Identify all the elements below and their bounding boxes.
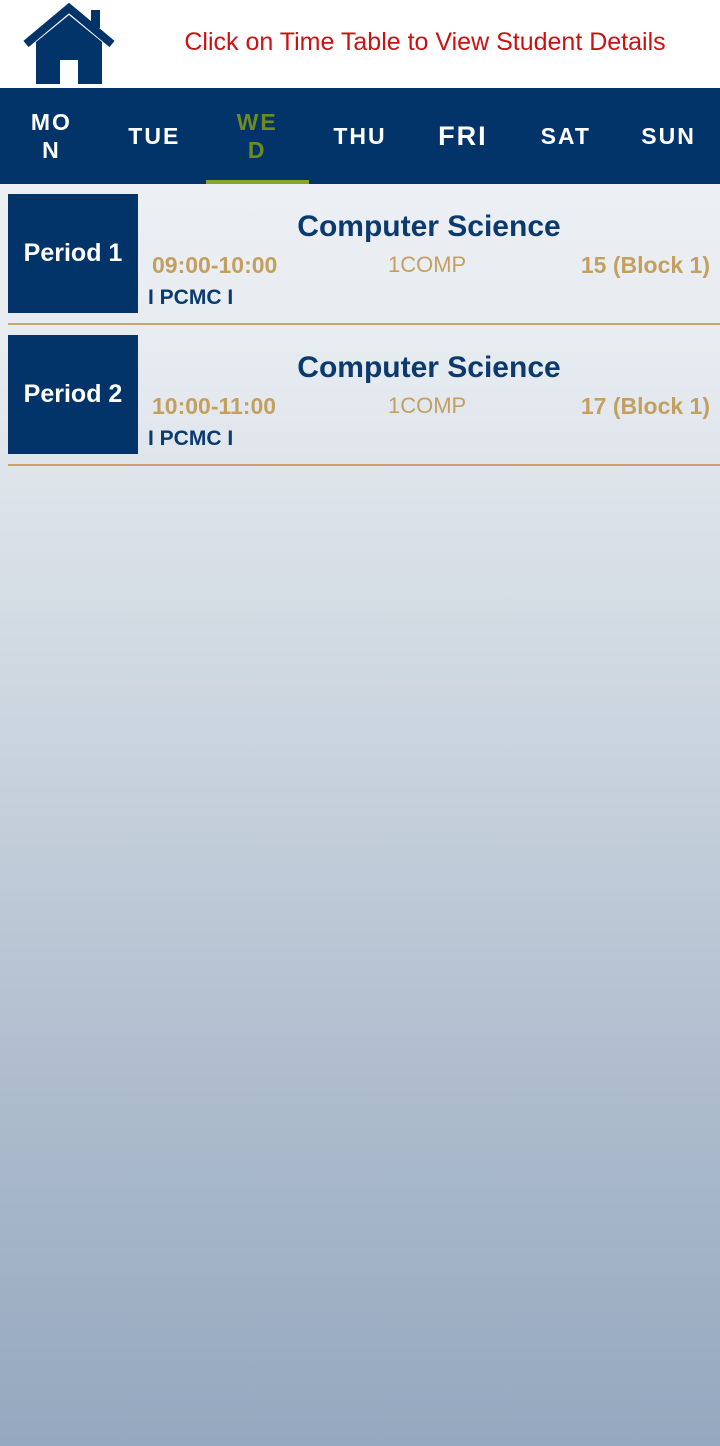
subject-code: 1COMP xyxy=(388,252,467,277)
tab-mon[interactable]: MON xyxy=(0,88,103,184)
subject-name: Computer Science xyxy=(297,210,561,243)
tab-label: SAT xyxy=(540,123,591,149)
home-icon xyxy=(23,2,115,84)
instruction-message: Click on Time Table to View Student Deta… xyxy=(184,28,666,56)
period-card[interactable]: Period 2 Computer Science 10:00-11:00 1C… xyxy=(8,335,720,466)
tab-label: TUE xyxy=(128,123,181,149)
period-time: 10:00-11:00 xyxy=(152,393,277,419)
top-bar: Click on Time Table to View Student Deta… xyxy=(0,0,720,88)
tab-label: WED xyxy=(236,109,278,163)
tab-sun[interactable]: SUN xyxy=(617,88,720,184)
period-time: 09:00-10:00 xyxy=(152,252,278,278)
period-list: Period 1 Computer Science 09:00-10:00 1C… xyxy=(8,194,720,466)
tab-sat[interactable]: SAT xyxy=(514,88,617,184)
subject-name: Computer Science xyxy=(297,351,561,384)
tab-label: FRI xyxy=(438,121,488,151)
tab-label: SUN xyxy=(641,123,696,149)
tab-tue[interactable]: TUE xyxy=(103,88,206,184)
tab-fri[interactable]: FRI xyxy=(411,88,514,184)
period-card[interactable]: Period 1 Computer Science 09:00-10:00 1C… xyxy=(8,194,720,325)
class-section: I PCMC I xyxy=(148,286,234,309)
home-button[interactable] xyxy=(22,2,116,86)
period-badge: Period 1 xyxy=(8,194,138,313)
tab-label: THU xyxy=(333,123,387,149)
tab-thu[interactable]: THU xyxy=(309,88,412,184)
room-location: 17 (Block 1) xyxy=(580,393,710,419)
room-location: 15 (Block 1) xyxy=(580,252,710,278)
tab-wed[interactable]: WED xyxy=(205,88,309,184)
tab-label: MON xyxy=(30,109,72,163)
period-badge: Period 2 xyxy=(8,335,138,454)
class-section: I PCMC I xyxy=(148,427,234,450)
subject-code: 1COMP xyxy=(388,393,467,418)
day-tabs: MON TUE WED THU FRI SAT SUN xyxy=(0,88,720,184)
